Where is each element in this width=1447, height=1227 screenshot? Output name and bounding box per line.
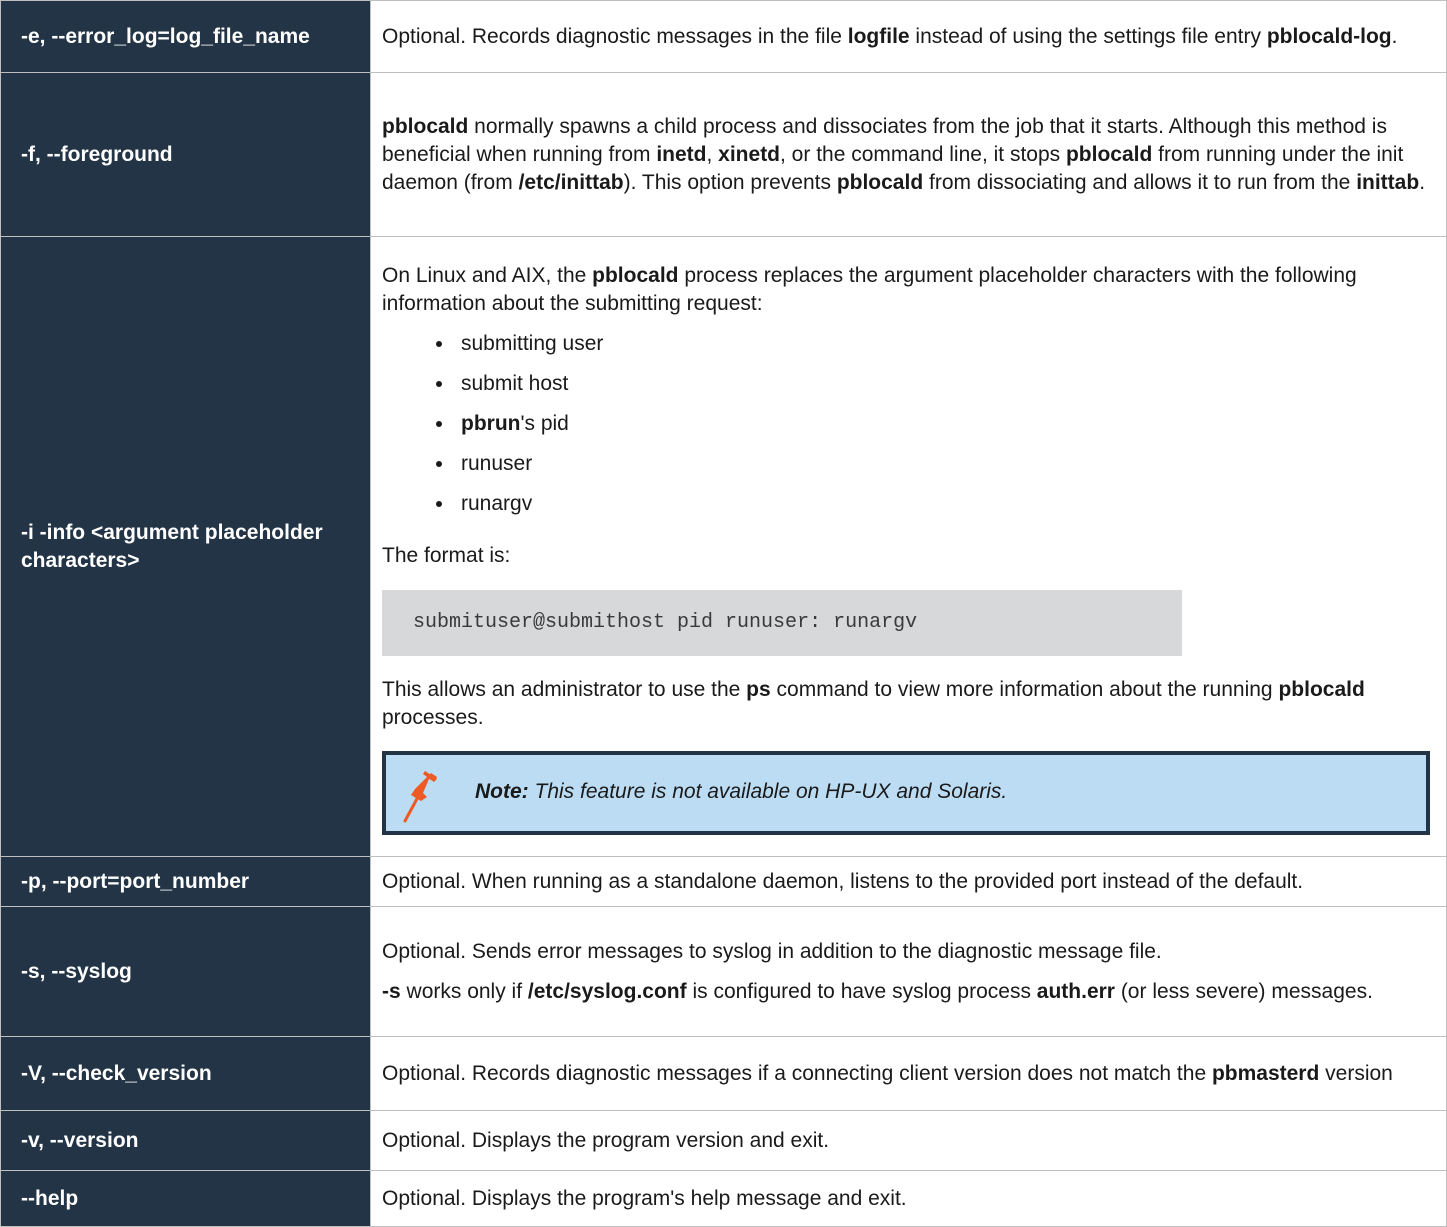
bold-term: /etc/inittab — [518, 170, 624, 194]
table-row: --help Optional. Displays the program's … — [0, 1170, 1447, 1227]
list-item: runuser — [382, 444, 1432, 484]
table-row: -v, --version Optional. Displays the pro… — [0, 1110, 1447, 1171]
bold-term: pblocald — [1065, 142, 1153, 166]
bold-term: pblocald — [836, 170, 924, 194]
table-row: -s, --syslog Optional. Sends error messa… — [0, 906, 1447, 1037]
bold-term: xinetd — [718, 142, 781, 166]
list-item: runargv — [382, 484, 1432, 524]
option-description: Optional. Sends error messages to syslog… — [370, 906, 1447, 1037]
bold-term: ps — [746, 678, 771, 701]
options-table: -e, --error_log=log_file_name Optional. … — [0, 0, 1447, 1227]
table-row: -p, --port=port_number Optional. When ru… — [0, 856, 1447, 907]
description-text: Optional. When running as a standalone d… — [382, 869, 1304, 893]
option-name: --help — [0, 1170, 371, 1227]
bold-term: pblocald — [382, 114, 469, 138]
bold-term: pblocald-log — [1266, 24, 1392, 48]
bold-term: inittab — [1356, 170, 1420, 194]
table-row: -e, --error_log=log_file_name Optional. … — [0, 0, 1447, 73]
bullet-icon — [436, 501, 442, 507]
option-description: Optional. Records diagnostic messages if… — [370, 1036, 1447, 1111]
option-description: Optional. Displays the program's help me… — [370, 1170, 1447, 1227]
option-description: pblocald normally spawns a child process… — [370, 72, 1447, 237]
list-item: submitting user — [382, 324, 1432, 364]
description-text: pblocald normally spawns a child process… — [382, 114, 1426, 194]
description-text: Optional. Displays the program version a… — [382, 1128, 830, 1152]
list-item: submit host — [382, 364, 1432, 404]
description-text: Optional. Displays the program's help me… — [382, 1186, 907, 1210]
note-text: Note: This feature is not available on H… — [475, 777, 1007, 807]
table-row: -f, --foreground pblocald normally spawn… — [0, 72, 1447, 237]
note-label: Note: — [475, 780, 529, 803]
bold-term: pbmasterd — [1211, 1061, 1320, 1085]
option-description: Optional. Records diagnostic messages in… — [370, 0, 1447, 73]
note-box: Note: This feature is not available on H… — [382, 751, 1430, 835]
option-description: Optional. Displays the program version a… — [370, 1110, 1447, 1171]
option-description: On Linux and AIX, the pblocald process r… — [370, 236, 1447, 857]
option-name: -s, --syslog — [0, 906, 371, 1037]
note-body: This feature is not available on HP-UX a… — [528, 780, 1008, 803]
option-name: -i -info <argument placeholder character… — [0, 236, 371, 857]
pushpin-icon — [403, 771, 437, 823]
bullet-icon — [436, 421, 442, 427]
bold-term: pblocald — [1278, 678, 1365, 701]
table-row: -V, --check_version Optional. Records di… — [0, 1036, 1447, 1111]
code-block: submituser@submithost pid runuser: runar… — [382, 590, 1182, 656]
option-description: Optional. When running as a standalone d… — [370, 856, 1447, 907]
option-name: -V, --check_version — [0, 1036, 371, 1111]
bold-term: -s — [382, 979, 401, 1003]
option-name: -f, --foreground — [0, 72, 371, 237]
bullet-icon — [436, 461, 442, 467]
list-item: pbrun's pid — [382, 404, 1432, 444]
description-after: This allows an administrator to use the … — [382, 678, 1365, 729]
table-row: -i -info <argument placeholder character… — [0, 236, 1447, 857]
info-bullet-list: submitting user submit host pbrun's pid … — [382, 324, 1432, 524]
description-text: Optional. Sends error messages to syslog… — [382, 939, 1162, 963]
option-name: -p, --port=port_number — [0, 856, 371, 907]
bold-term: /etc/syslog.conf — [527, 979, 687, 1003]
description-text: Optional. Records diagnostic messages if… — [382, 1061, 1393, 1085]
option-name: -e, --error_log=log_file_name — [0, 0, 371, 73]
bold-term: logfile — [847, 24, 910, 48]
bold-term: pbrun — [461, 412, 521, 435]
option-name: -v, --version — [0, 1110, 371, 1171]
description-text: Optional. Records diagnostic messages in… — [382, 24, 1398, 48]
bold-term: inetd — [656, 142, 707, 166]
bold-term: auth.err — [1036, 979, 1115, 1003]
description-text-2: -s works only if /etc/syslog.conf is con… — [382, 979, 1373, 1003]
bullet-icon — [436, 341, 442, 347]
bold-term: pblocald — [592, 264, 679, 287]
bullet-icon — [436, 381, 442, 387]
description-intro: On Linux and AIX, the pblocald process r… — [382, 264, 1357, 315]
format-label: The format is: — [382, 544, 511, 567]
